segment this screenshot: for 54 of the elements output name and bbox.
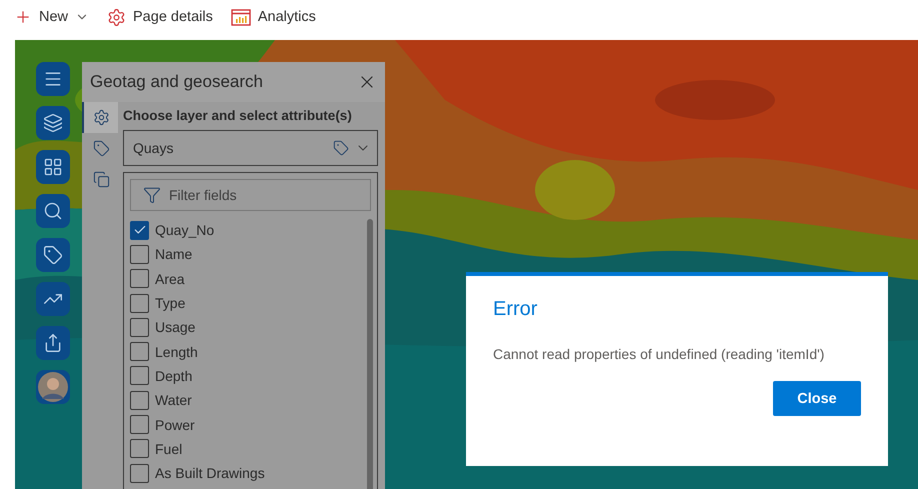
toolbar-button[interactable]: Analytics	[230, 8, 316, 26]
map-tool-button[interactable]	[36, 62, 70, 96]
checkbox[interactable]	[130, 366, 149, 386]
avatar[interactable]	[36, 370, 70, 404]
field-label: Area	[155, 270, 185, 287]
gear-icon	[92, 109, 110, 126]
field-label: Type	[155, 295, 186, 312]
tag-icon	[333, 140, 349, 156]
side-tab[interactable]	[82, 102, 118, 133]
map-tool-button[interactable]	[36, 282, 70, 316]
checkbox[interactable]	[130, 390, 149, 410]
checkbox[interactable]	[130, 294, 149, 313]
tag-icon	[43, 245, 63, 265]
panel-title: Geotag and geosearch	[90, 72, 263, 92]
search-icon	[43, 201, 63, 221]
dialog-title: Error	[493, 298, 538, 321]
map-tool-button[interactable]	[36, 106, 70, 140]
tag-icon	[92, 140, 110, 157]
checkbox[interactable]	[130, 244, 149, 264]
field-label: Name	[155, 246, 192, 262]
gear-icon	[107, 8, 126, 26]
field-label: Water	[155, 392, 192, 408]
map-tool-button[interactable]	[36, 194, 70, 228]
field-label: Fuel	[155, 440, 182, 457]
section-heading: Choose layer and select attribute(s)	[123, 108, 353, 125]
checkbox[interactable]	[130, 415, 149, 434]
toolbar-button[interactable]: New	[14, 8, 90, 26]
field-label: Quay_No	[155, 222, 214, 238]
error-message: Cannot read properties of undefined (reading 'itemId')	[493, 346, 826, 362]
share-icon	[43, 333, 63, 353]
toolbar-button[interactable]: Page details	[107, 8, 213, 26]
layers-icon	[43, 113, 63, 133]
copy-icon	[92, 171, 110, 188]
checkbox[interactable]	[130, 220, 149, 240]
field-label: Length	[155, 344, 198, 360]
map-tool-button[interactable]	[36, 150, 70, 184]
checkbox[interactable]	[130, 439, 149, 458]
chart-icon	[230, 8, 251, 26]
filter-icon	[143, 186, 161, 204]
filter-field[interactable]: Filter fields	[130, 179, 371, 211]
checkbox[interactable]	[130, 342, 149, 362]
field-label: Usage	[155, 319, 196, 336]
scrollbar[interactable]	[367, 219, 373, 489]
layer-select[interactable]: Quays	[123, 130, 378, 166]
grid-icon	[43, 157, 63, 177]
field-label: Power	[155, 416, 195, 433]
checkbox[interactable]	[130, 464, 149, 483]
close-button[interactable]: Close	[773, 381, 861, 416]
map-tool-button[interactable]	[36, 326, 70, 360]
checkbox[interactable]	[130, 269, 149, 288]
map-tool-button[interactable]	[36, 238, 70, 272]
field-label: Depth	[155, 368, 192, 384]
checkbox[interactable]	[130, 318, 149, 337]
field-label: As Built Drawings	[155, 465, 265, 482]
